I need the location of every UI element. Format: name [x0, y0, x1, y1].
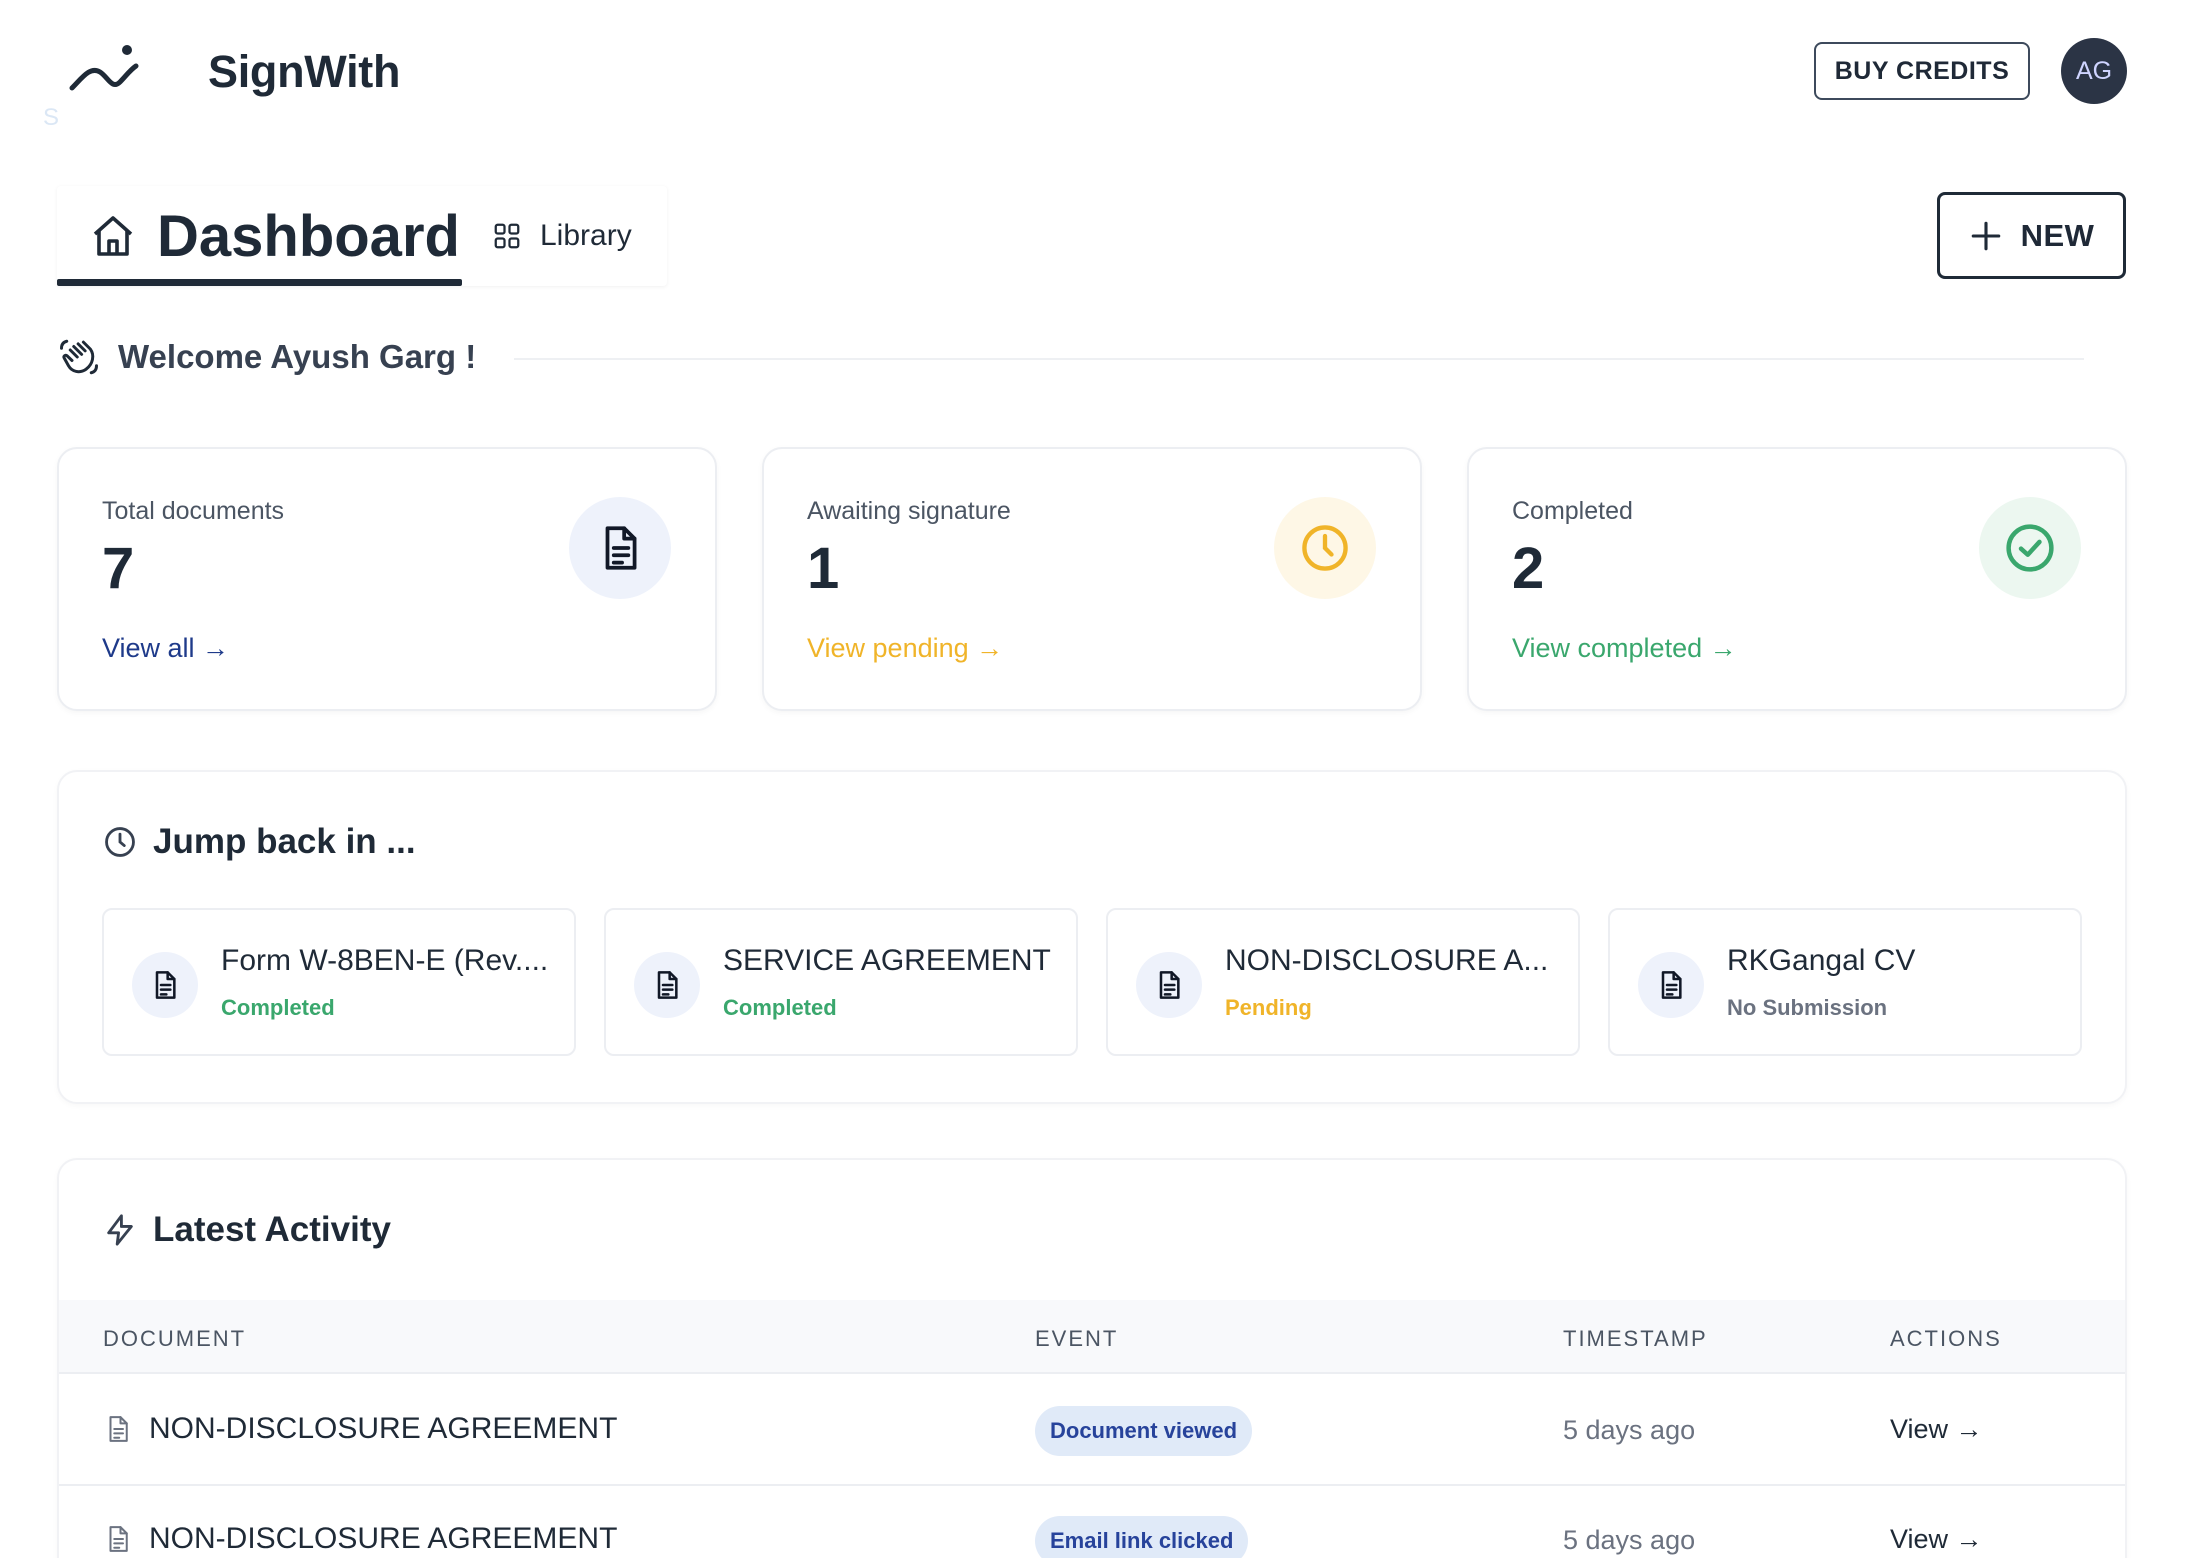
waving-hand-icon [60, 339, 98, 375]
column-header-actions: ACTIONS [1890, 1326, 2002, 1351]
tab-dashboard-label: Dashboard [157, 203, 460, 269]
main-tabs: Dashboard Library [57, 186, 667, 286]
table-row: NON-DISCLOSURE AGREEMENT Email link clic… [59, 1486, 2125, 1558]
recent-document-title: Form W-8BEN-E (Rev.... [221, 944, 549, 977]
recent-document-card[interactable]: NON-DISCLOSURE A... Pending [1106, 908, 1580, 1056]
top-bar: S SignWith BUY CREDITS AG [0, 0, 2212, 150]
stat-value: 7 [102, 536, 135, 601]
activity-document-name: NON-DISCLOSURE AGREEMENT [149, 1412, 618, 1445]
recent-document-card[interactable]: RKGangal CV No Submission [1608, 908, 2082, 1056]
recent-document-card[interactable]: SERVICE AGREEMENT Completed [604, 908, 1078, 1056]
signwith-logo-icon[interactable] [68, 42, 144, 100]
activity-table-header: DOCUMENT EVENT TIMESTAMP ACTIONS [59, 1300, 2125, 1374]
stat-icon-badge [569, 497, 671, 599]
welcome-banner: Welcome Ayush Garg ! [58, 336, 476, 378]
document-icon [1159, 971, 1180, 999]
buy-credits-button[interactable]: BUY CREDITS [1814, 42, 2030, 100]
view-activity-link[interactable]: View → [1890, 1414, 1983, 1445]
stat-card-completed: Completed 2 View completed → [1467, 447, 2127, 711]
stat-label: Completed [1512, 497, 1633, 525]
new-button-label: NEW [2020, 217, 2095, 253]
latest-activity-title: Latest Activity [153, 1210, 391, 1249]
recent-document-status: Completed [723, 995, 837, 1020]
tab-library-label: Library [540, 219, 632, 252]
new-document-button[interactable]: NEW [1937, 192, 2126, 279]
activity-timestamp: 5 days ago [1563, 1415, 1696, 1445]
latest-activity-header: Latest Activity [103, 1210, 391, 1250]
view-activity-link[interactable]: View → [1890, 1524, 1983, 1555]
column-header-timestamp: TIMESTAMP [1563, 1326, 1708, 1351]
document-outline-icon [109, 1416, 128, 1442]
jump-back-in-title: Jump back in ... [153, 822, 416, 861]
recent-document-status: No Submission [1727, 995, 1888, 1020]
recent-document-card[interactable]: Form W-8BEN-E (Rev.... Completed [102, 908, 576, 1056]
document-badge [1136, 952, 1202, 1018]
view-completed-link[interactable]: View completed → [1512, 633, 1737, 664]
event-badge: Email link clicked [1035, 1516, 1249, 1558]
home-icon [93, 216, 133, 256]
document-badge [634, 952, 700, 1018]
stat-icon-badge [1274, 497, 1376, 599]
welcome-divider [514, 358, 2084, 360]
check-circle-icon [2006, 524, 2054, 572]
document-badge [132, 952, 198, 1018]
view-all-link[interactable]: View all → [102, 633, 229, 664]
stat-card-awaiting-signature: Awaiting signature 1 View pending → [762, 447, 1422, 711]
activity-timestamp: 5 days ago [1563, 1525, 1696, 1555]
activity-document-cell: NON-DISCLOSURE AGREEMENT [103, 1412, 617, 1446]
stat-value: 2 [1512, 536, 1545, 601]
jump-back-in-header: Jump back in ... [103, 822, 416, 862]
recent-document-title: SERVICE AGREEMENT [723, 944, 1051, 977]
plus-icon [1971, 221, 2000, 250]
document-icon [1661, 971, 1682, 999]
activity-document-cell: NON-DISCLOSURE AGREEMENT [103, 1522, 617, 1556]
clock-icon [1302, 525, 1348, 571]
column-header-event: EVENT [1035, 1326, 1119, 1351]
document-badge [1638, 952, 1704, 1018]
document-icon [605, 526, 637, 570]
recent-document-title: NON-DISCLOSURE A... [1225, 944, 1549, 977]
event-badge: Document viewed [1035, 1406, 1253, 1456]
history-clock-icon [105, 827, 135, 857]
active-tab-indicator [57, 279, 462, 286]
tab-dashboard[interactable]: Dashboard [57, 186, 462, 286]
welcome-text: Welcome Ayush Garg ! [118, 338, 477, 375]
column-header-document: DOCUMENT [103, 1326, 247, 1351]
grid-icon [494, 223, 520, 249]
activity-document-name: NON-DISCLOSURE AGREEMENT [149, 1522, 618, 1555]
logo-ghost-letter: S [43, 104, 60, 131]
stat-icon-badge [1979, 497, 2081, 599]
latest-activity-panel: Latest Activity DOCUMENT EVENT TIMESTAMP… [57, 1158, 2127, 1558]
recent-document-status: Pending [1225, 995, 1312, 1020]
stat-label: Total documents [102, 497, 285, 525]
stat-label: Awaiting signature [807, 497, 1011, 525]
document-icon [657, 971, 678, 999]
recent-document-status: Completed [221, 995, 335, 1020]
lightning-icon [107, 1214, 133, 1246]
view-pending-link[interactable]: View pending → [807, 633, 1003, 664]
jump-back-in-panel: Jump back in ... Form W-8BEN-E (Rev.... … [57, 770, 2127, 1104]
user-avatar[interactable]: AG [2061, 38, 2127, 104]
table-row: NON-DISCLOSURE AGREEMENT Document viewed… [59, 1376, 2125, 1486]
stat-value: 1 [807, 536, 840, 601]
document-outline-icon [109, 1526, 128, 1552]
tab-library[interactable]: Library [492, 186, 632, 286]
brand-name[interactable]: SignWith [208, 46, 400, 98]
stat-card-total-documents: Total documents 7 View all → [57, 447, 717, 711]
document-icon [155, 971, 176, 999]
recent-document-title: RKGangal CV [1727, 944, 1916, 977]
